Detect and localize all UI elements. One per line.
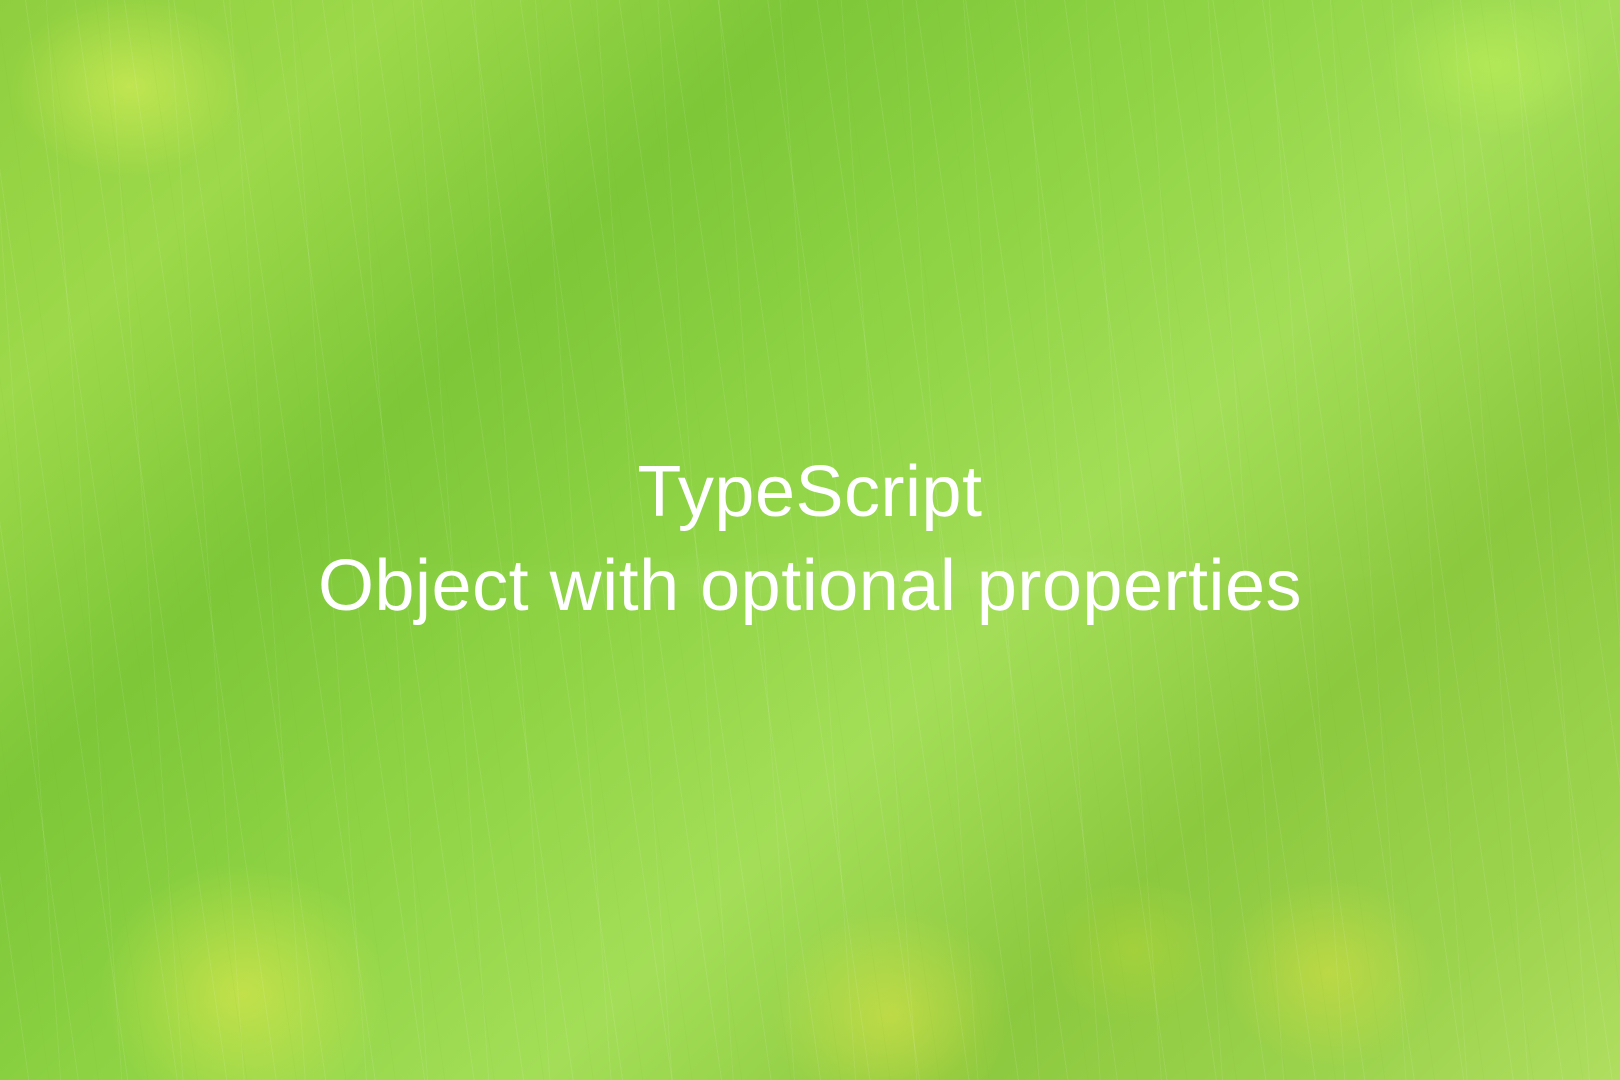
title-text: TypeScript Object with optional properti…	[318, 446, 1302, 633]
leaf-background: TypeScript Object with optional properti…	[0, 0, 1620, 1080]
title-line-1: TypeScript	[318, 446, 1302, 540]
title-line-2: Object with optional properties	[318, 540, 1302, 634]
